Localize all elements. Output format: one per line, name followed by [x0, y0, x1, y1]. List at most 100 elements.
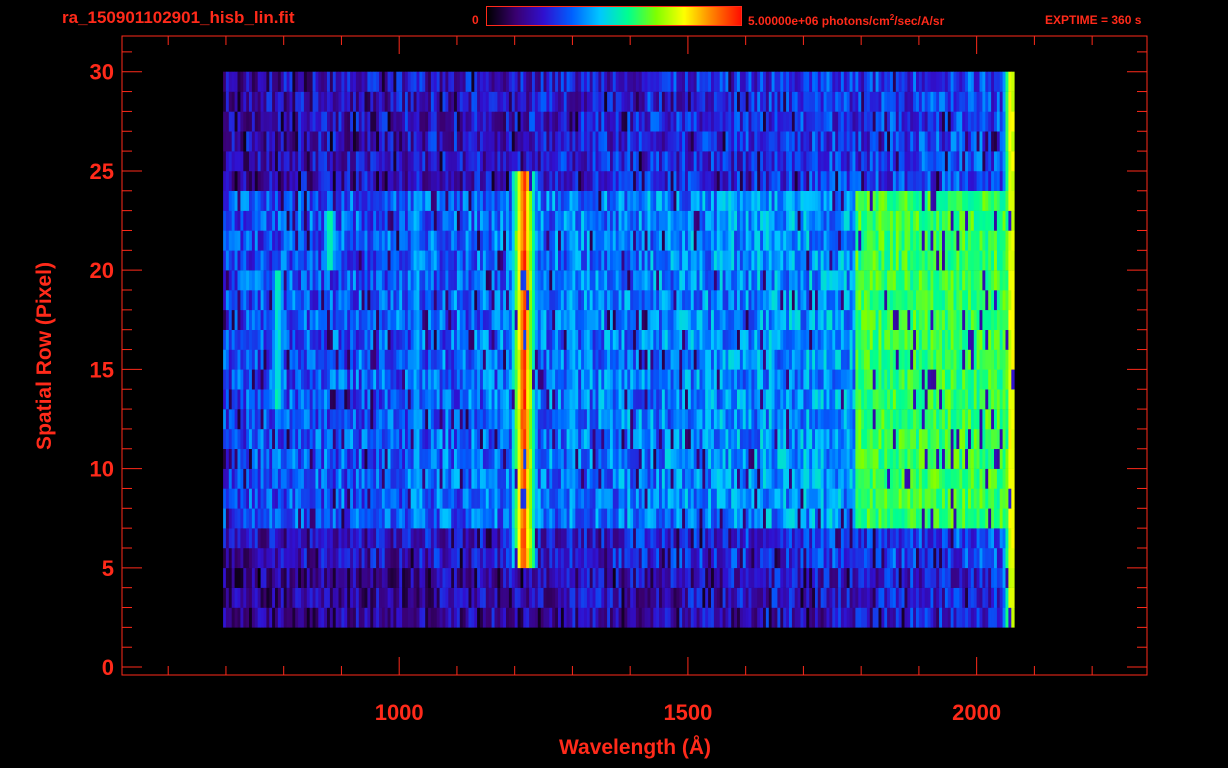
heatmap-cell [234, 389, 238, 410]
heatmap-cell [939, 349, 943, 370]
heatmap-cell [595, 428, 599, 449]
heatmap-cell [708, 567, 712, 588]
heatmap-cell [231, 567, 235, 588]
heatmap-cell [685, 409, 689, 430]
heatmap-cell [872, 528, 876, 549]
heatmap-cell [731, 448, 735, 469]
heatmap-cell [517, 528, 521, 549]
heatmap-cell [806, 309, 810, 330]
heatmap-cell [627, 270, 631, 291]
heatmap-cell [436, 270, 440, 291]
heatmap-cell [549, 488, 553, 509]
heatmap-cell [537, 389, 542, 410]
heatmap-cell [653, 309, 657, 330]
heatmap-cell [786, 369, 790, 390]
heatmap-cell [855, 528, 859, 549]
heatmap-cell [771, 607, 775, 628]
heatmap-cell [448, 428, 452, 449]
heatmap-cell [543, 567, 547, 588]
heatmap-cell [260, 389, 264, 410]
heatmap-cell [751, 349, 755, 370]
heatmap-cell [936, 488, 940, 509]
heatmap-cell [757, 389, 761, 410]
heatmap-cell [659, 389, 663, 410]
heatmap-cell [344, 587, 348, 608]
heatmap-cell [430, 528, 435, 549]
heatmap-cell [953, 389, 957, 410]
heatmap-cell [379, 587, 383, 608]
heatmap-cell [763, 349, 767, 370]
heatmap-cell [260, 488, 264, 509]
heatmap-cell [488, 309, 492, 330]
heatmap-cell [373, 528, 377, 549]
heatmap-cell [765, 329, 770, 350]
heatmap-cell [578, 488, 582, 509]
heatmap-cell [823, 369, 827, 390]
heatmap-cell [373, 488, 377, 509]
heatmap-cell [994, 349, 998, 370]
heatmap-cell [410, 428, 414, 449]
heatmap-cell [237, 548, 241, 569]
heatmap-cell [994, 270, 998, 291]
heatmap-cell [566, 528, 570, 549]
heatmap-cell [751, 448, 755, 469]
heatmap-cell [933, 468, 937, 489]
heatmap-cell [667, 349, 671, 370]
heatmap-cell [448, 508, 452, 529]
heatmap-cell [895, 468, 900, 489]
heatmap-cell [783, 290, 787, 311]
heatmap-cell [994, 587, 998, 608]
heatmap-cell [390, 448, 394, 469]
heatmap-cell [846, 309, 850, 330]
heatmap-cell [456, 409, 461, 430]
heatmap-cell [526, 488, 530, 509]
heatmap-cell [711, 508, 715, 529]
heatmap-cell [734, 349, 738, 370]
heatmap-cell [615, 448, 619, 469]
heatmap-cell [855, 309, 859, 330]
heatmap-cell [771, 290, 775, 311]
heatmap-cell [1005, 389, 1009, 410]
heatmap-cell [399, 428, 403, 449]
heatmap-cell [829, 409, 833, 430]
heatmap-cell [797, 528, 801, 549]
heatmap-cell [988, 329, 992, 350]
heatmap-cell [719, 567, 723, 588]
heatmap-cell [329, 309, 334, 330]
heatmap-cell [569, 329, 573, 350]
heatmap-cell [760, 329, 764, 350]
heatmap-cell [503, 448, 507, 469]
heatmap-cell [774, 369, 778, 390]
heatmap-cell [898, 468, 902, 489]
heatmap-cell [641, 508, 645, 529]
heatmap-cell [361, 329, 365, 350]
heatmap-cell [402, 369, 406, 390]
heatmap-cell [347, 349, 351, 370]
heatmap-cell [251, 468, 256, 489]
heatmap-cell [939, 607, 943, 628]
heatmap-cell [820, 488, 824, 509]
heatmap-cell [832, 290, 836, 311]
heatmap-cell [488, 567, 492, 588]
heatmap-cell [890, 329, 894, 350]
heatmap-cell [670, 528, 674, 549]
heatmap-cell [390, 528, 394, 549]
heatmap-cell [783, 587, 787, 608]
heatmap-cell [251, 349, 256, 370]
heatmap-cell [312, 250, 316, 271]
heatmap-cell [832, 369, 836, 390]
heatmap-cell [280, 270, 285, 291]
heatmap-cell [653, 587, 657, 608]
heatmap-cell [526, 409, 530, 430]
heatmap-cell [402, 349, 406, 370]
heatmap-cell [659, 369, 663, 390]
heatmap-cell [875, 528, 879, 549]
heatmap-cell [1002, 587, 1006, 608]
heatmap-cell [751, 567, 755, 588]
heatmap-cell [812, 270, 816, 291]
heatmap-cell [309, 567, 313, 588]
heatmap-cell [751, 468, 755, 489]
heatmap-cell [459, 448, 464, 469]
heatmap-cell [402, 309, 406, 330]
heatmap-cell [817, 508, 822, 529]
